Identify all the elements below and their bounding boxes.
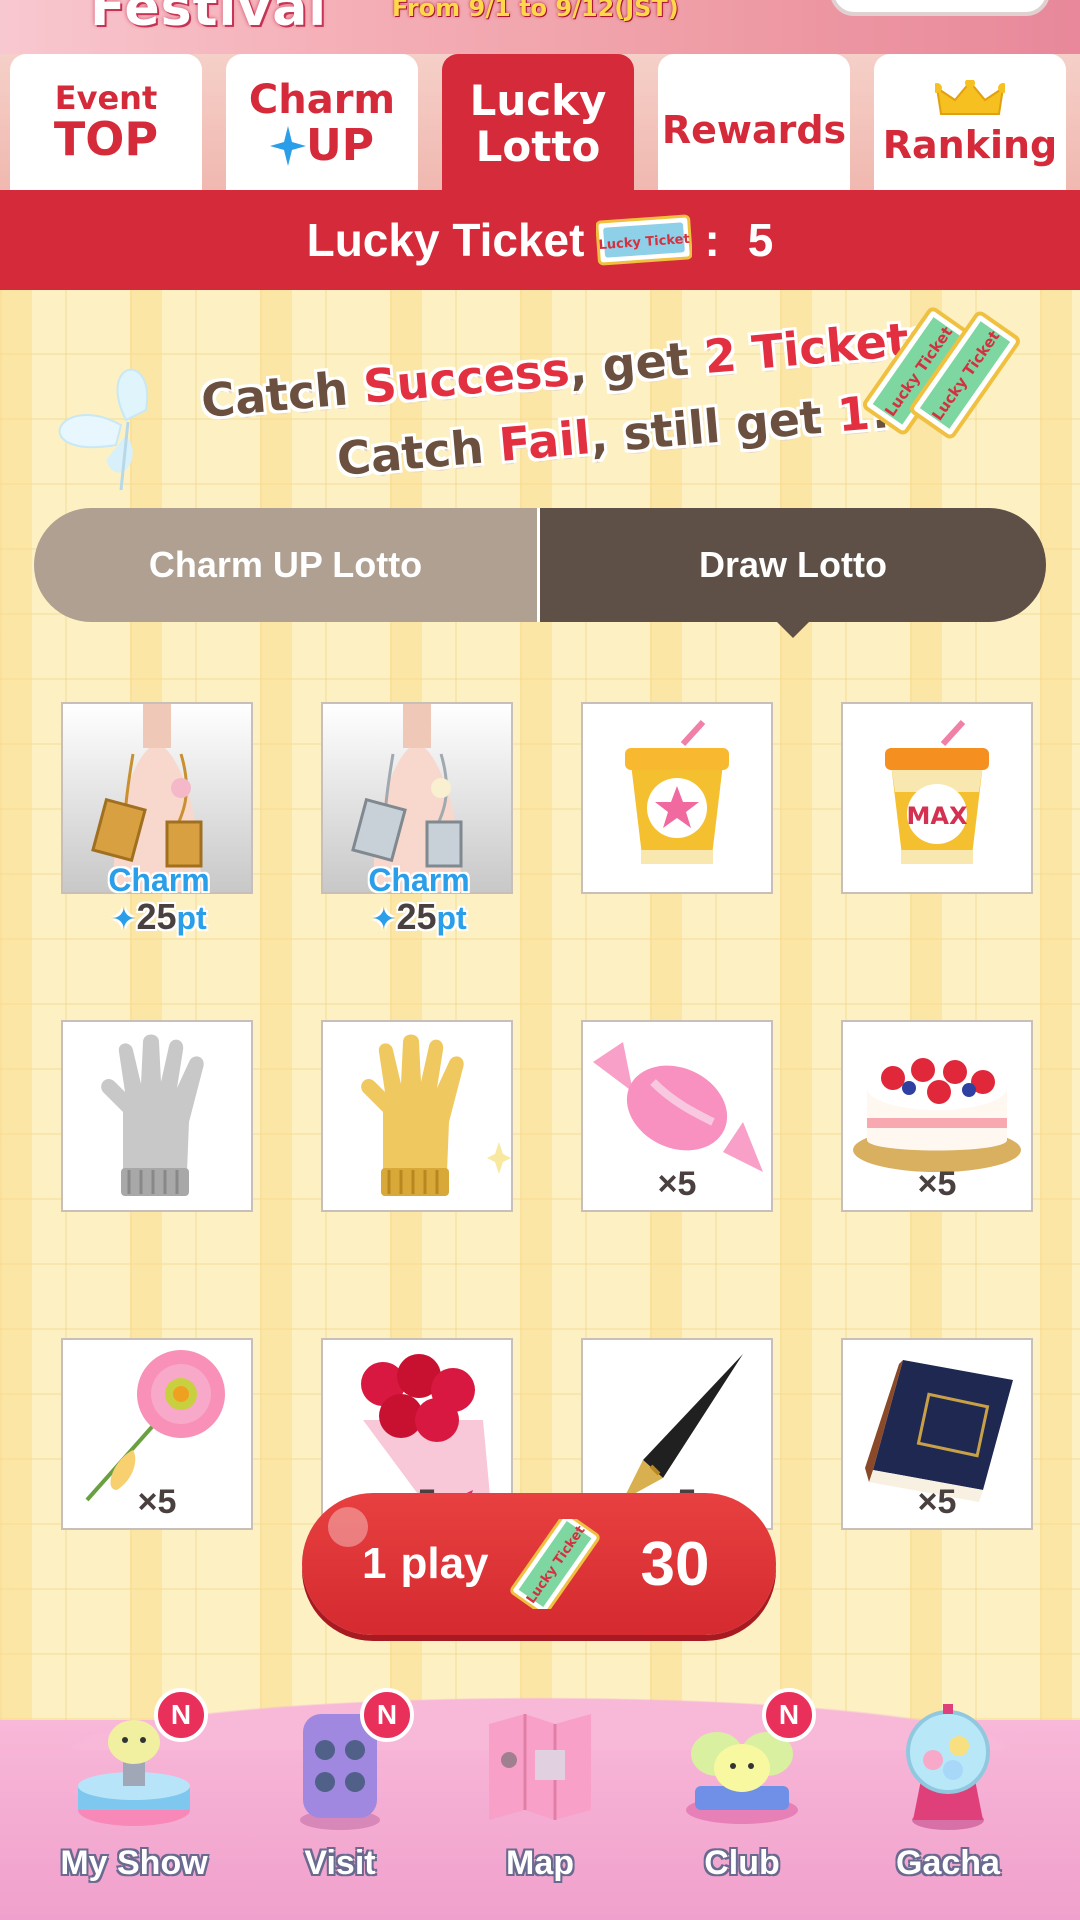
top-right-button[interactable] bbox=[830, 0, 1050, 16]
festival-title: Festival bbox=[90, 0, 328, 38]
crown-icon bbox=[935, 80, 1005, 115]
nav-label: Map bbox=[506, 1844, 574, 1882]
tab-ranking[interactable]: Ranking bbox=[874, 54, 1066, 190]
nav-club[interactable]: Club N bbox=[642, 1688, 842, 1920]
tab-charm-up[interactable]: Charm UP bbox=[226, 54, 418, 190]
tab-event-top-line2: TOP bbox=[53, 112, 159, 166]
sparkle-icon bbox=[270, 126, 306, 166]
lotto-type-switch: Charm UP Lotto Draw Lotto bbox=[34, 508, 1046, 638]
tab-lucky-lotto-line2: Lotto bbox=[475, 122, 601, 171]
tab-ranking-label: Ranking bbox=[882, 123, 1058, 167]
prize-strawberry-cake[interactable]: ×5 bbox=[841, 1020, 1033, 1212]
nav-visit[interactable]: Visit N bbox=[240, 1688, 440, 1920]
tab-event-top-line1: Event bbox=[54, 79, 158, 117]
lucky-ticket-icon: Lucky Ticket bbox=[596, 214, 693, 266]
nav-map[interactable]: Map bbox=[440, 1690, 640, 1920]
prize-max-drink[interactable]: MAX bbox=[841, 702, 1033, 894]
nav-label: My Show bbox=[60, 1844, 208, 1882]
play-lotto-button[interactable]: 1 play Lucky Ticket 30 bbox=[302, 1493, 776, 1635]
prize-gray-glove[interactable] bbox=[61, 1020, 253, 1212]
prize-pink-flower[interactable]: ×5 bbox=[61, 1338, 253, 1530]
charm-label: Charm bbox=[368, 862, 470, 898]
ticket-bar-label: Lucky Ticket bbox=[306, 214, 585, 266]
play-cost: 30 bbox=[640, 1529, 710, 1599]
gold-glove-icon bbox=[361, 1034, 511, 1196]
max-drink-text: MAX bbox=[907, 802, 968, 830]
new-badge: N bbox=[762, 1688, 816, 1742]
prize-gold-necklace[interactable]: Charm ✦25pt bbox=[61, 702, 253, 937]
nav-label: Visit bbox=[304, 1844, 376, 1882]
promo-tickets-icon: Lucky Ticket Lucky Ticket bbox=[862, 307, 1020, 439]
charm-points: ✦25pt bbox=[371, 896, 467, 937]
event-tabs: Event TOP Charm UP Lucky Lotto Rewards R… bbox=[0, 54, 1080, 190]
bottom-nav: My Show N Visit N Map Club N Gacha bbox=[0, 1688, 1080, 1920]
lucky-ticket-icon: Lucky Ticket bbox=[509, 1519, 600, 1609]
gray-glove-icon bbox=[101, 1034, 204, 1196]
event-dates: From 9/1 to 9/12(JST) bbox=[392, 0, 679, 22]
prize-blue-book[interactable]: ×5 bbox=[841, 1338, 1033, 1530]
draw-lotto-tab[interactable]: Draw Lotto bbox=[540, 508, 1046, 638]
prize-quantity: ×5 bbox=[917, 1165, 957, 1203]
map-icon bbox=[489, 1714, 591, 1820]
butterfly-icon bbox=[58, 368, 149, 491]
max-drink-icon: MAX bbox=[885, 719, 989, 864]
new-badge: N bbox=[360, 1688, 414, 1742]
prize-quantity: ×5 bbox=[137, 1483, 177, 1521]
ticket-count-bar: Lucky Ticket Lucky Ticket : 5 bbox=[0, 190, 1080, 290]
prize-star-drink[interactable] bbox=[581, 702, 773, 894]
charm-label: Charm bbox=[108, 862, 210, 898]
tab-event-top[interactable]: Event TOP bbox=[10, 54, 202, 190]
play-label: play bbox=[400, 1539, 489, 1588]
prize-pink-candy[interactable]: ×5 bbox=[581, 1020, 773, 1212]
nav-gacha[interactable]: Gacha bbox=[848, 1690, 1048, 1920]
promo-banner: Catch Success, get 2 Tickets Catch Fail,… bbox=[0, 290, 1080, 500]
nav-label: Club bbox=[704, 1844, 780, 1882]
play-count: 1 bbox=[362, 1539, 387, 1588]
event-banner: Festival From 9/1 to 9/12(JST) bbox=[0, 0, 1080, 54]
charm-up-lotto-tab[interactable]: Charm UP Lotto bbox=[34, 508, 540, 622]
prize-quantity: ×5 bbox=[657, 1165, 697, 1203]
tab-lucky-lotto[interactable]: Lucky Lotto bbox=[442, 54, 634, 190]
tab-charm-up-line2: UP bbox=[306, 120, 374, 171]
star-drink-icon bbox=[625, 719, 729, 864]
lotto-main: Catch Success, get 2 Tickets Catch Fail,… bbox=[0, 290, 1080, 1720]
prize-silver-necklace[interactable]: Charm ✦25pt bbox=[321, 702, 513, 937]
ticket-count: 5 bbox=[747, 214, 774, 266]
tab-lucky-lotto-line1: Lucky bbox=[469, 76, 607, 125]
nav-label: Gacha bbox=[896, 1844, 1000, 1882]
tab-rewards-label: Rewards bbox=[661, 108, 847, 152]
new-badge: N bbox=[154, 1688, 208, 1742]
prize-quantity: ×5 bbox=[917, 1483, 957, 1521]
tab-charm-up-line1: Charm bbox=[248, 77, 396, 123]
charm-points: ✦25pt bbox=[111, 896, 207, 937]
gacha-icon bbox=[906, 1704, 990, 1830]
prize-gold-glove[interactable] bbox=[321, 1020, 513, 1212]
ticket-separator: : bbox=[704, 214, 720, 266]
nav-my-show[interactable]: My Show N bbox=[34, 1688, 234, 1920]
tab-rewards[interactable]: Rewards bbox=[658, 54, 850, 190]
